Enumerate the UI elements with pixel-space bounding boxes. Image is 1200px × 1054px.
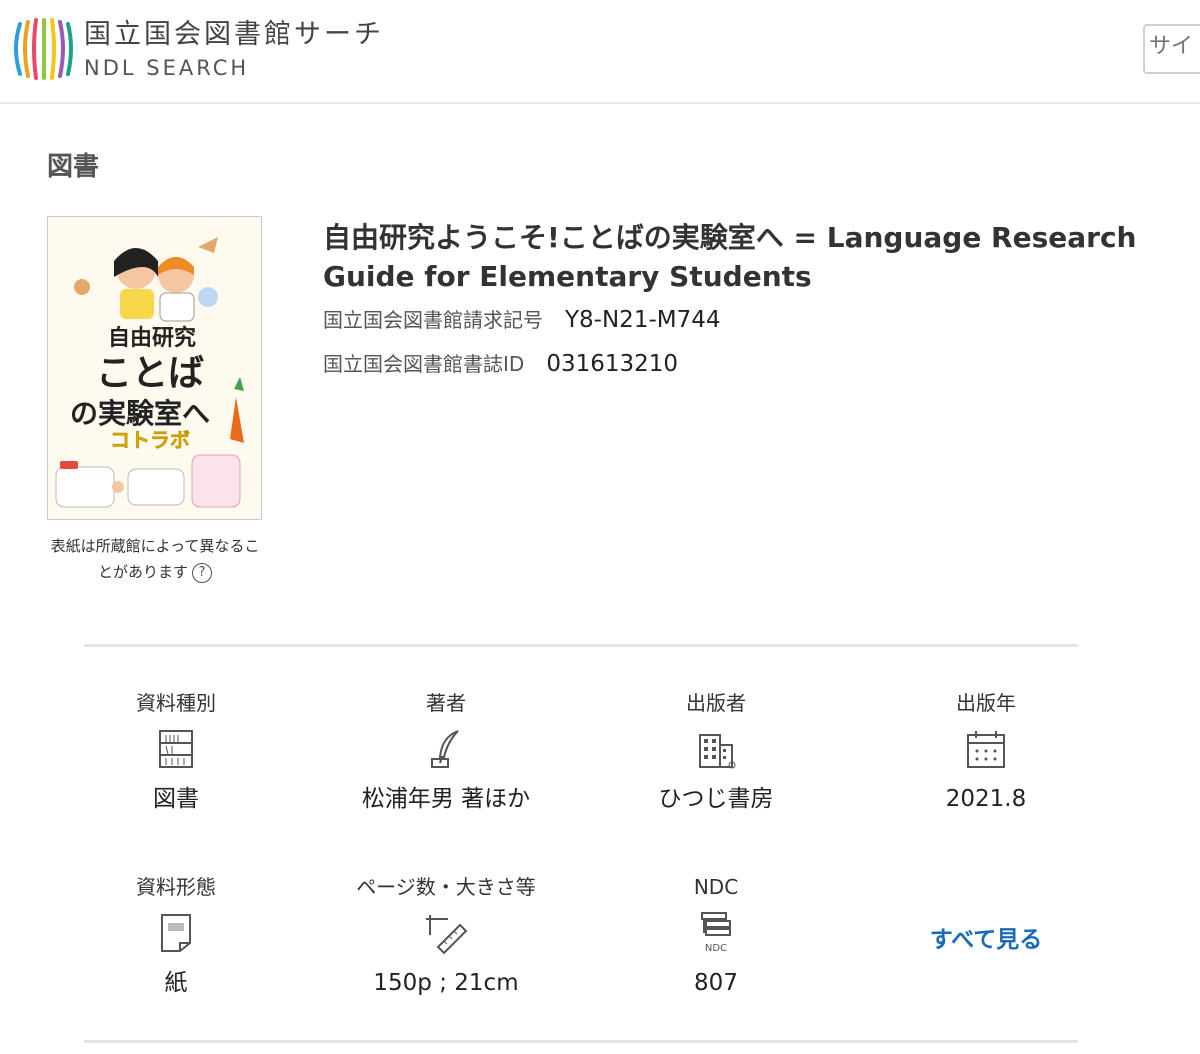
search-box[interactable] [1143, 24, 1200, 74]
attr-label: NDC [693, 875, 739, 899]
attr-value: 807 [694, 970, 738, 996]
attr-label: ページ数・大きさ等 [356, 875, 536, 899]
ndl-logo-icon[interactable] [10, 16, 74, 80]
attr-label: 出版年 [956, 691, 1016, 715]
cover-caption: 表紙は所蔵館によって異なることがあります? [44, 533, 266, 585]
bib-id-value: 031613210 [546, 351, 679, 377]
call-number-value: Y8-N21-M744 [565, 307, 721, 333]
book-title-block: 自由研究ようこそ!ことばの実験室へ = Language Research Gu… [323, 218, 1143, 388]
bib-id-label: 国立国会図書館書誌ID [323, 352, 525, 376]
attr-author: 著者 松浦年男 著ほか [311, 689, 581, 815]
attr-value: 紙 [164, 970, 188, 996]
buildings-icon [699, 734, 736, 769]
help-icon[interactable]: ? [192, 562, 212, 583]
attr-value: 150p ; 21cm [373, 970, 519, 996]
svg-text:ことば: ことば [96, 353, 204, 394]
bib-id-row: 国立国会図書館書誌ID 031613210 [323, 348, 1143, 388]
quill-pen-icon [431, 730, 459, 768]
svg-text:の実験室へ: の実験室へ [70, 397, 210, 430]
attr-pub-year: 出版年 2021.8 [851, 689, 1121, 815]
ndc-icon: NDC [701, 912, 731, 954]
attr-label: 資料種別 [136, 691, 216, 715]
see-all-link[interactable]: すべて見る [851, 920, 1121, 954]
attr-label: 出版者 [686, 691, 746, 715]
call-number-label: 国立国会図書館請求記号 [323, 308, 543, 332]
site-header: 国立国会図書館サーチ NDL SEARCH [0, 0, 1200, 104]
call-number-row: 国立国会図書館請求記号 Y8-N21-M744 [323, 304, 1143, 344]
attr-publisher: 出版者 ひつじ書房 [581, 689, 851, 815]
attr-label: 著者 [426, 691, 466, 715]
cover-caption-text: 表紙は所蔵館によって異なることがあります [50, 537, 260, 581]
section-title: 図書 [47, 152, 100, 182]
attr-ndc: NDC NDC 807 [581, 873, 851, 999]
attr-form: 資料形態 紙 [41, 873, 311, 999]
brand-name-en: NDL SEARCH [84, 56, 250, 80]
ndc-icon-text: NDC [705, 943, 727, 954]
attr-value: 松浦年男 著ほか [361, 786, 531, 812]
divider [84, 1040, 1078, 1043]
svg-text:自由研究: 自由研究 [108, 325, 196, 351]
book-cover-image: 自由研究 ことば の実験室へ コトラボ [47, 216, 262, 520]
attr-value: ひつじ書房 [658, 786, 774, 812]
divider [84, 644, 1078, 647]
search-input[interactable] [1149, 34, 1200, 59]
bookshelf-icon [159, 730, 193, 768]
book-title: 自由研究ようこそ!ことばの実験室へ = Language Research Gu… [323, 221, 1137, 293]
attr-material-type: 資料種別 図書 [41, 689, 311, 815]
ruler-icon [426, 915, 468, 955]
attr-pages: ページ数・大きさ等 150p ; 21cm [311, 873, 581, 999]
calendar-icon [967, 731, 1005, 768]
attr-value: 図書 [153, 786, 199, 812]
brand-name-jp: 国立国会図書館サーチ [84, 19, 384, 50]
paper-icon [161, 914, 191, 952]
attr-label: 資料形態 [136, 875, 216, 899]
svg-text:コトラボ: コトラボ [110, 428, 190, 452]
brand[interactable]: 国立国会図書館サーチ NDL SEARCH [84, 18, 384, 82]
attr-value: 2021.8 [945, 786, 1027, 812]
